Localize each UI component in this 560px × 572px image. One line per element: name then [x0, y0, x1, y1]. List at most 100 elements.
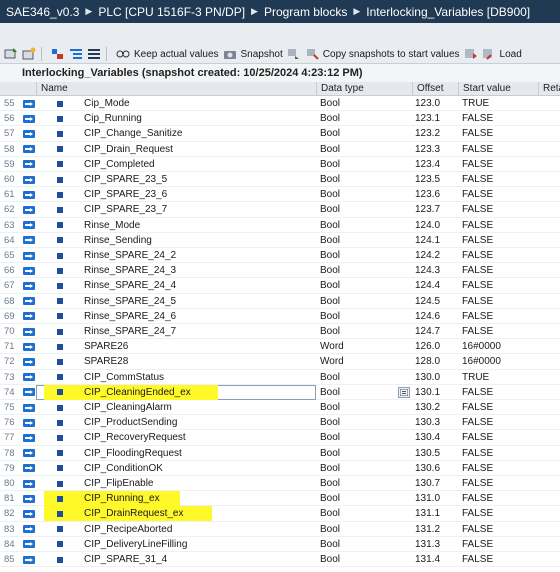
- add-row-icon[interactable]: [4, 47, 18, 61]
- variable-name[interactable]: SPARE28: [84, 354, 128, 369]
- variable-name[interactable]: CIP_SPARE_23_5: [84, 172, 167, 187]
- monitor-glasses-icon[interactable]: [116, 47, 130, 61]
- variable-name[interactable]: Cip_Mode: [84, 96, 130, 111]
- table-row[interactable]: 73 CIP_CommStatus Bool 130.0 TRUE: [0, 370, 560, 385]
- table-row[interactable]: 71 SPARE26 Word 126.0 16#0000: [0, 339, 560, 355]
- table-row[interactable]: 64 Rinse_Sending Bool 124.1 FALSE: [0, 233, 560, 248]
- variable-start-value[interactable]: FALSE: [462, 278, 493, 293]
- table-row[interactable]: 61 CIP_SPARE_23_6 Bool 123.6 FALSE: [0, 187, 560, 203]
- variable-name[interactable]: Rinse_SPARE_24_3: [84, 263, 176, 278]
- variable-name[interactable]: Rinse_SPARE_24_2: [84, 248, 176, 263]
- load-start-icon[interactable]: [464, 47, 478, 61]
- variable-start-value[interactable]: FALSE: [462, 552, 493, 567]
- data-type-dropdown-icon[interactable]: [398, 386, 410, 398]
- variable-name[interactable]: CIP_CleaningEnded_ex: [84, 385, 191, 400]
- variable-start-value[interactable]: TRUE: [462, 96, 489, 111]
- table-row[interactable]: 76 CIP_ProductSending Bool 130.3 FALSE: [0, 415, 560, 431]
- snapshot-camera-icon[interactable]: [223, 47, 237, 61]
- list-icon[interactable]: [87, 47, 101, 61]
- variable-start-value[interactable]: FALSE: [462, 142, 493, 157]
- variable-data-type[interactable]: Bool: [320, 96, 340, 111]
- variable-start-value[interactable]: FALSE: [462, 522, 493, 537]
- table-row[interactable]: 74 CIP_CleaningEnded_ex Bool 130.1 FALSE: [0, 384, 560, 400]
- variable-start-value[interactable]: 16#0000: [462, 354, 501, 369]
- variable-name[interactable]: CIP_RecoveryRequest: [84, 430, 186, 445]
- table-row[interactable]: 84 CIP_DeliveryLineFilling Bool 131.3 FALSE: [0, 537, 560, 552]
- variable-data-type[interactable]: Bool: [320, 461, 340, 476]
- variable-name[interactable]: Rinse_Mode: [84, 218, 140, 233]
- variable-name[interactable]: CIP_RecipeAborted: [84, 522, 172, 537]
- variable-start-value[interactable]: FALSE: [462, 187, 493, 202]
- variable-data-type[interactable]: Bool: [320, 476, 340, 491]
- variable-data-type[interactable]: Bool: [320, 385, 340, 400]
- variable-data-type[interactable]: Bool: [320, 278, 340, 293]
- table-row[interactable]: 55 Cip_Mode Bool 123.0 TRUE: [0, 96, 560, 112]
- variable-data-type[interactable]: Bool: [320, 491, 340, 506]
- variable-name[interactable]: Rinse_SPARE_24_7: [84, 324, 176, 339]
- breadcrumb-project[interactable]: SAE346_v0.3: [6, 5, 79, 19]
- variable-data-type[interactable]: Bool: [320, 157, 340, 172]
- table-row[interactable]: 79 CIP_ConditionOK Bool 130.6 FALSE: [0, 461, 560, 476]
- variable-data-type[interactable]: Bool: [320, 126, 340, 141]
- column-header-name[interactable]: Name: [36, 82, 316, 96]
- variable-name[interactable]: CIP_FloodingRequest: [84, 446, 182, 461]
- variable-data-type[interactable]: Bool: [320, 218, 340, 233]
- collapse-icon[interactable]: [69, 47, 83, 61]
- column-header-data-type[interactable]: Data type: [316, 82, 412, 96]
- table-row[interactable]: 62 CIP_SPARE_23_7 Bool 123.7 FALSE: [0, 202, 560, 218]
- variable-start-value[interactable]: FALSE: [462, 233, 493, 248]
- variable-data-type[interactable]: Word: [320, 339, 344, 354]
- table-row[interactable]: 58 CIP_Drain_Request Bool 123.3 FALSE: [0, 142, 560, 157]
- variable-name[interactable]: CIP_SPARE_23_6: [84, 187, 167, 202]
- variable-data-type[interactable]: Bool: [320, 294, 340, 309]
- variable-name[interactable]: CIP_FlipEnable: [84, 476, 153, 491]
- variable-data-type[interactable]: Bool: [320, 415, 340, 430]
- variable-name[interactable]: Rinse_Sending: [84, 233, 152, 248]
- variable-name[interactable]: SPARE26: [84, 339, 128, 354]
- table-row[interactable]: 70 Rinse_SPARE_24_7 Bool 124.7 FALSE: [0, 324, 560, 340]
- variable-start-value[interactable]: FALSE: [462, 202, 493, 217]
- variable-data-type[interactable]: Bool: [320, 522, 340, 537]
- variable-start-value[interactable]: FALSE: [462, 446, 493, 461]
- table-row[interactable]: 72 SPARE28 Word 128.0 16#0000: [0, 354, 560, 370]
- variable-start-value[interactable]: FALSE: [462, 248, 493, 263]
- variable-data-type[interactable]: Bool: [320, 172, 340, 187]
- column-header-retain[interactable]: Reta: [538, 82, 560, 96]
- table-row[interactable]: 83 CIP_RecipeAborted Bool 131.2 FALSE: [0, 522, 560, 537]
- copy-start-icon[interactable]: [305, 47, 319, 61]
- table-row[interactable]: 80 CIP_FlipEnable Bool 130.7 FALSE: [0, 476, 560, 492]
- variable-start-value[interactable]: FALSE: [462, 491, 493, 506]
- variable-data-type[interactable]: Bool: [320, 111, 340, 126]
- variable-start-value[interactable]: 16#0000: [462, 339, 501, 354]
- variable-name[interactable]: Rinse_SPARE_24_5: [84, 294, 176, 309]
- variable-name[interactable]: Cip_Running: [84, 111, 142, 126]
- column-header-start-value[interactable]: Start value: [458, 82, 538, 96]
- table-row[interactable]: 60 CIP_SPARE_23_5 Bool 123.5 FALSE: [0, 172, 560, 188]
- variable-name[interactable]: CIP_Drain_Request: [84, 142, 173, 157]
- column-header-offset[interactable]: Offset: [412, 82, 458, 96]
- variable-start-value[interactable]: FALSE: [462, 476, 493, 491]
- snapshot-button[interactable]: Snapshot: [241, 49, 283, 60]
- variable-start-value[interactable]: FALSE: [462, 385, 493, 400]
- variable-data-type[interactable]: Bool: [320, 446, 340, 461]
- variable-name[interactable]: CIP_SPARE_23_7: [84, 202, 167, 217]
- expand-icon[interactable]: [51, 47, 65, 61]
- table-row[interactable]: 65 Rinse_SPARE_24_2 Bool 124.2 FALSE: [0, 248, 560, 264]
- variable-start-value[interactable]: FALSE: [462, 506, 493, 521]
- breadcrumb-program-blocks[interactable]: Program blocks: [264, 5, 347, 19]
- variable-start-value[interactable]: FALSE: [462, 309, 493, 324]
- variable-name[interactable]: CIP_DeliveryLineFilling: [84, 537, 187, 552]
- variable-data-type[interactable]: Bool: [320, 552, 340, 567]
- variable-data-type[interactable]: Word: [320, 354, 344, 369]
- table-row[interactable]: 77 CIP_RecoveryRequest Bool 130.4 FALSE: [0, 430, 560, 446]
- table-row[interactable]: 75 CIP_CleaningAlarm Bool 130.2 FALSE: [0, 400, 560, 416]
- variable-name[interactable]: CIP_Completed: [84, 157, 155, 172]
- table-row[interactable]: 82 CIP_DrainRequest_ex Bool 131.1 FALSE: [0, 506, 560, 522]
- variable-name[interactable]: CIP_DrainRequest_ex: [84, 506, 184, 521]
- variable-data-type[interactable]: Bool: [320, 370, 340, 385]
- variable-start-value[interactable]: FALSE: [462, 218, 493, 233]
- load-button[interactable]: Load: [500, 49, 522, 60]
- variable-name[interactable]: Rinse_SPARE_24_4: [84, 278, 176, 293]
- table-row[interactable]: 78 CIP_FloodingRequest Bool 130.5 FALSE: [0, 446, 560, 461]
- variable-name[interactable]: CIP_ProductSending: [84, 415, 177, 430]
